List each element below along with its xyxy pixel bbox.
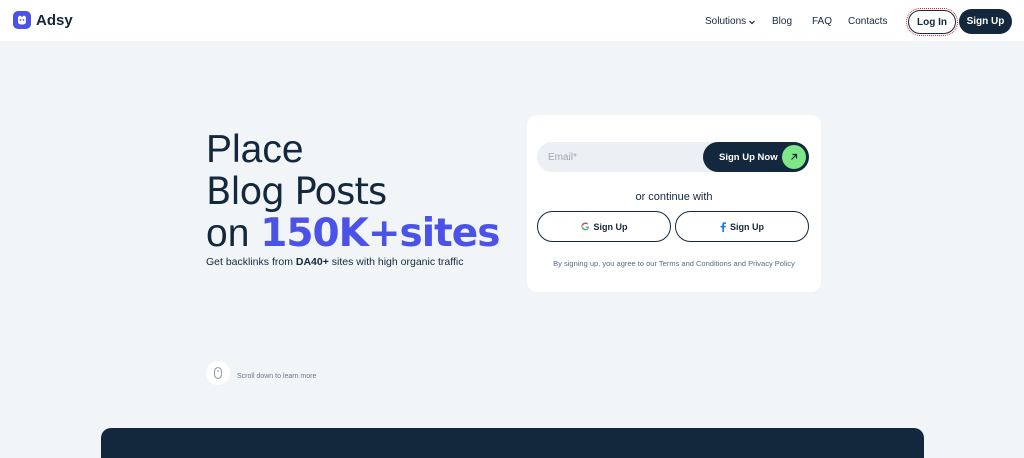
signup-now-button[interactable]: Sign Up Now (703, 142, 809, 172)
logo-icon (13, 11, 31, 29)
google-signup-button[interactable]: Sign Up (537, 211, 671, 242)
facebook-signup-button[interactable]: Sign Up (675, 211, 809, 242)
chevron-down-icon (749, 20, 756, 24)
nav-faq[interactable]: FAQ (812, 16, 832, 27)
header-signup-button[interactable]: Sign Up (959, 9, 1012, 34)
hero-subtitle-prefix: Get backlinks from (206, 256, 296, 268)
hero-subtitle-bold: DA40+ (295, 256, 329, 268)
hero-title-accent: 150K+sites (260, 211, 500, 256)
nav-solutions[interactable]: Solutions (705, 16, 756, 27)
login-button[interactable]: Log In (906, 8, 958, 36)
logo[interactable]: Adsy (13, 11, 73, 29)
google-icon (580, 222, 589, 231)
nav-solutions-label: Solutions (705, 16, 747, 27)
dark-section-panel (101, 428, 924, 458)
terms-text: By signing up, you agree to our Terms an… (553, 259, 795, 268)
signup-now-label: Sign Up Now (719, 151, 778, 163)
nav-blog[interactable]: Blog (772, 16, 792, 27)
brand-name: Adsy (36, 11, 73, 29)
mouse-icon[interactable] (206, 361, 230, 385)
hero-title-line1: Place (206, 128, 304, 171)
continue-with-text: or continue with (635, 191, 713, 203)
scroll-hint: Scroll down to learn more (237, 373, 317, 380)
email-form: Sign Up Now (537, 142, 809, 172)
hero-title-line2: Blog Posts (206, 170, 387, 213)
hero-title-prefix: on (206, 212, 261, 255)
facebook-icon (720, 221, 726, 232)
site-header: Adsy Solutions Blog FAQ Contacts Log In … (0, 0, 1024, 41)
email-input[interactable] (537, 142, 705, 172)
nav-contacts[interactable]: Contacts (848, 16, 887, 27)
arrow-up-right-icon (782, 145, 806, 169)
google-signup-label: Sign Up (593, 221, 628, 232)
facebook-signup-label: Sign Up (730, 221, 764, 232)
hero-subtitle-suffix: sites with high organic traffic (328, 256, 464, 268)
hero-title-line3: on 150K+sites (206, 211, 500, 256)
hero-subtitle: Get backlinks from DA40+ sites with high… (206, 256, 463, 268)
signup-card: Sign Up Now or continue with Sign Up Sig… (527, 115, 821, 292)
